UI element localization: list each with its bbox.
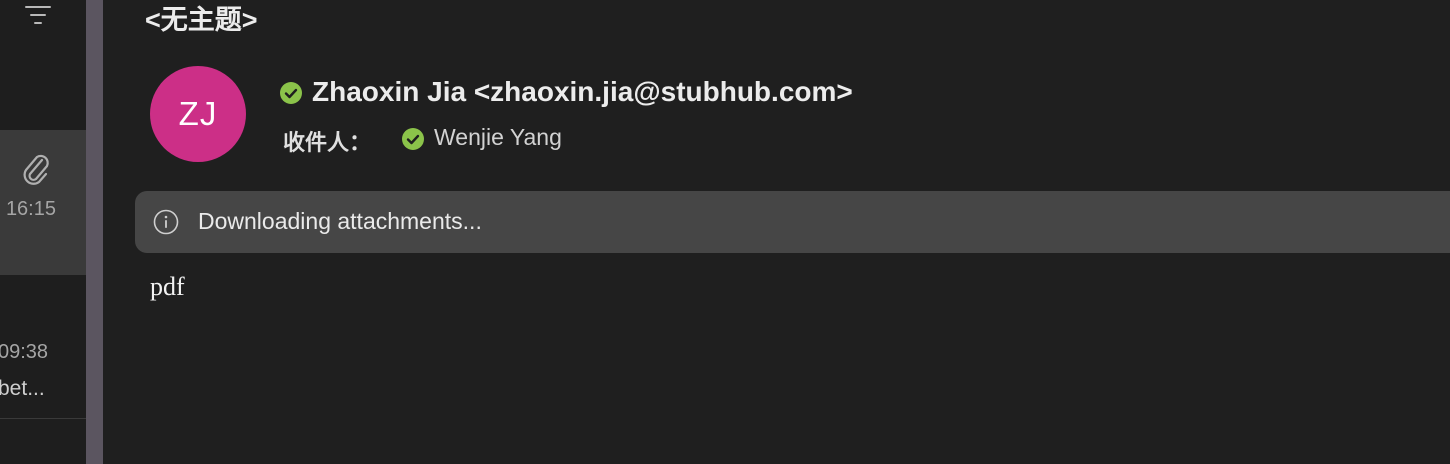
verified-check-icon: [402, 128, 424, 150]
verified-check-icon: [280, 82, 302, 104]
sender-avatar[interactable]: ZJ: [150, 66, 246, 162]
info-bar: Downloading attachments...: [135, 191, 1450, 253]
mail-window: 16:15 09:38 bet... <无主题> ZJ Zhaoxin Jia …: [0, 0, 1450, 464]
to-label: 收件人：: [283, 130, 372, 155]
message-subject: <无主题>: [145, 5, 258, 35]
paperclip-icon: [23, 154, 49, 185]
list-item[interactable]: 09:38 bet...: [0, 275, 86, 418]
list-item-time: 16:15: [5, 198, 56, 220]
message-body: pdf: [150, 272, 185, 301]
avatar-initials: ZJ: [178, 95, 218, 132]
filter-icon[interactable]: [22, 2, 54, 28]
info-icon: [153, 209, 179, 235]
list-item-time: 09:38: [0, 341, 49, 363]
sender-address[interactable]: Zhaoxin Jia <zhaoxin.jia@stubhub.com>: [312, 76, 853, 108]
recipient-name[interactable]: Wenjie Yang: [434, 124, 562, 151]
info-bar-text: Downloading attachments...: [198, 208, 482, 234]
list-item-snippet: bet...: [0, 377, 45, 400]
reading-pane: <无主题> ZJ Zhaoxin Jia <zhaoxin.jia@stubhu…: [103, 0, 1450, 464]
message-list-pane: 16:15 09:38 bet...: [0, 0, 86, 464]
list-item-selected[interactable]: 16:15: [0, 130, 86, 274]
pane-split-handle[interactable]: [86, 0, 103, 464]
list-divider: [0, 418, 86, 419]
